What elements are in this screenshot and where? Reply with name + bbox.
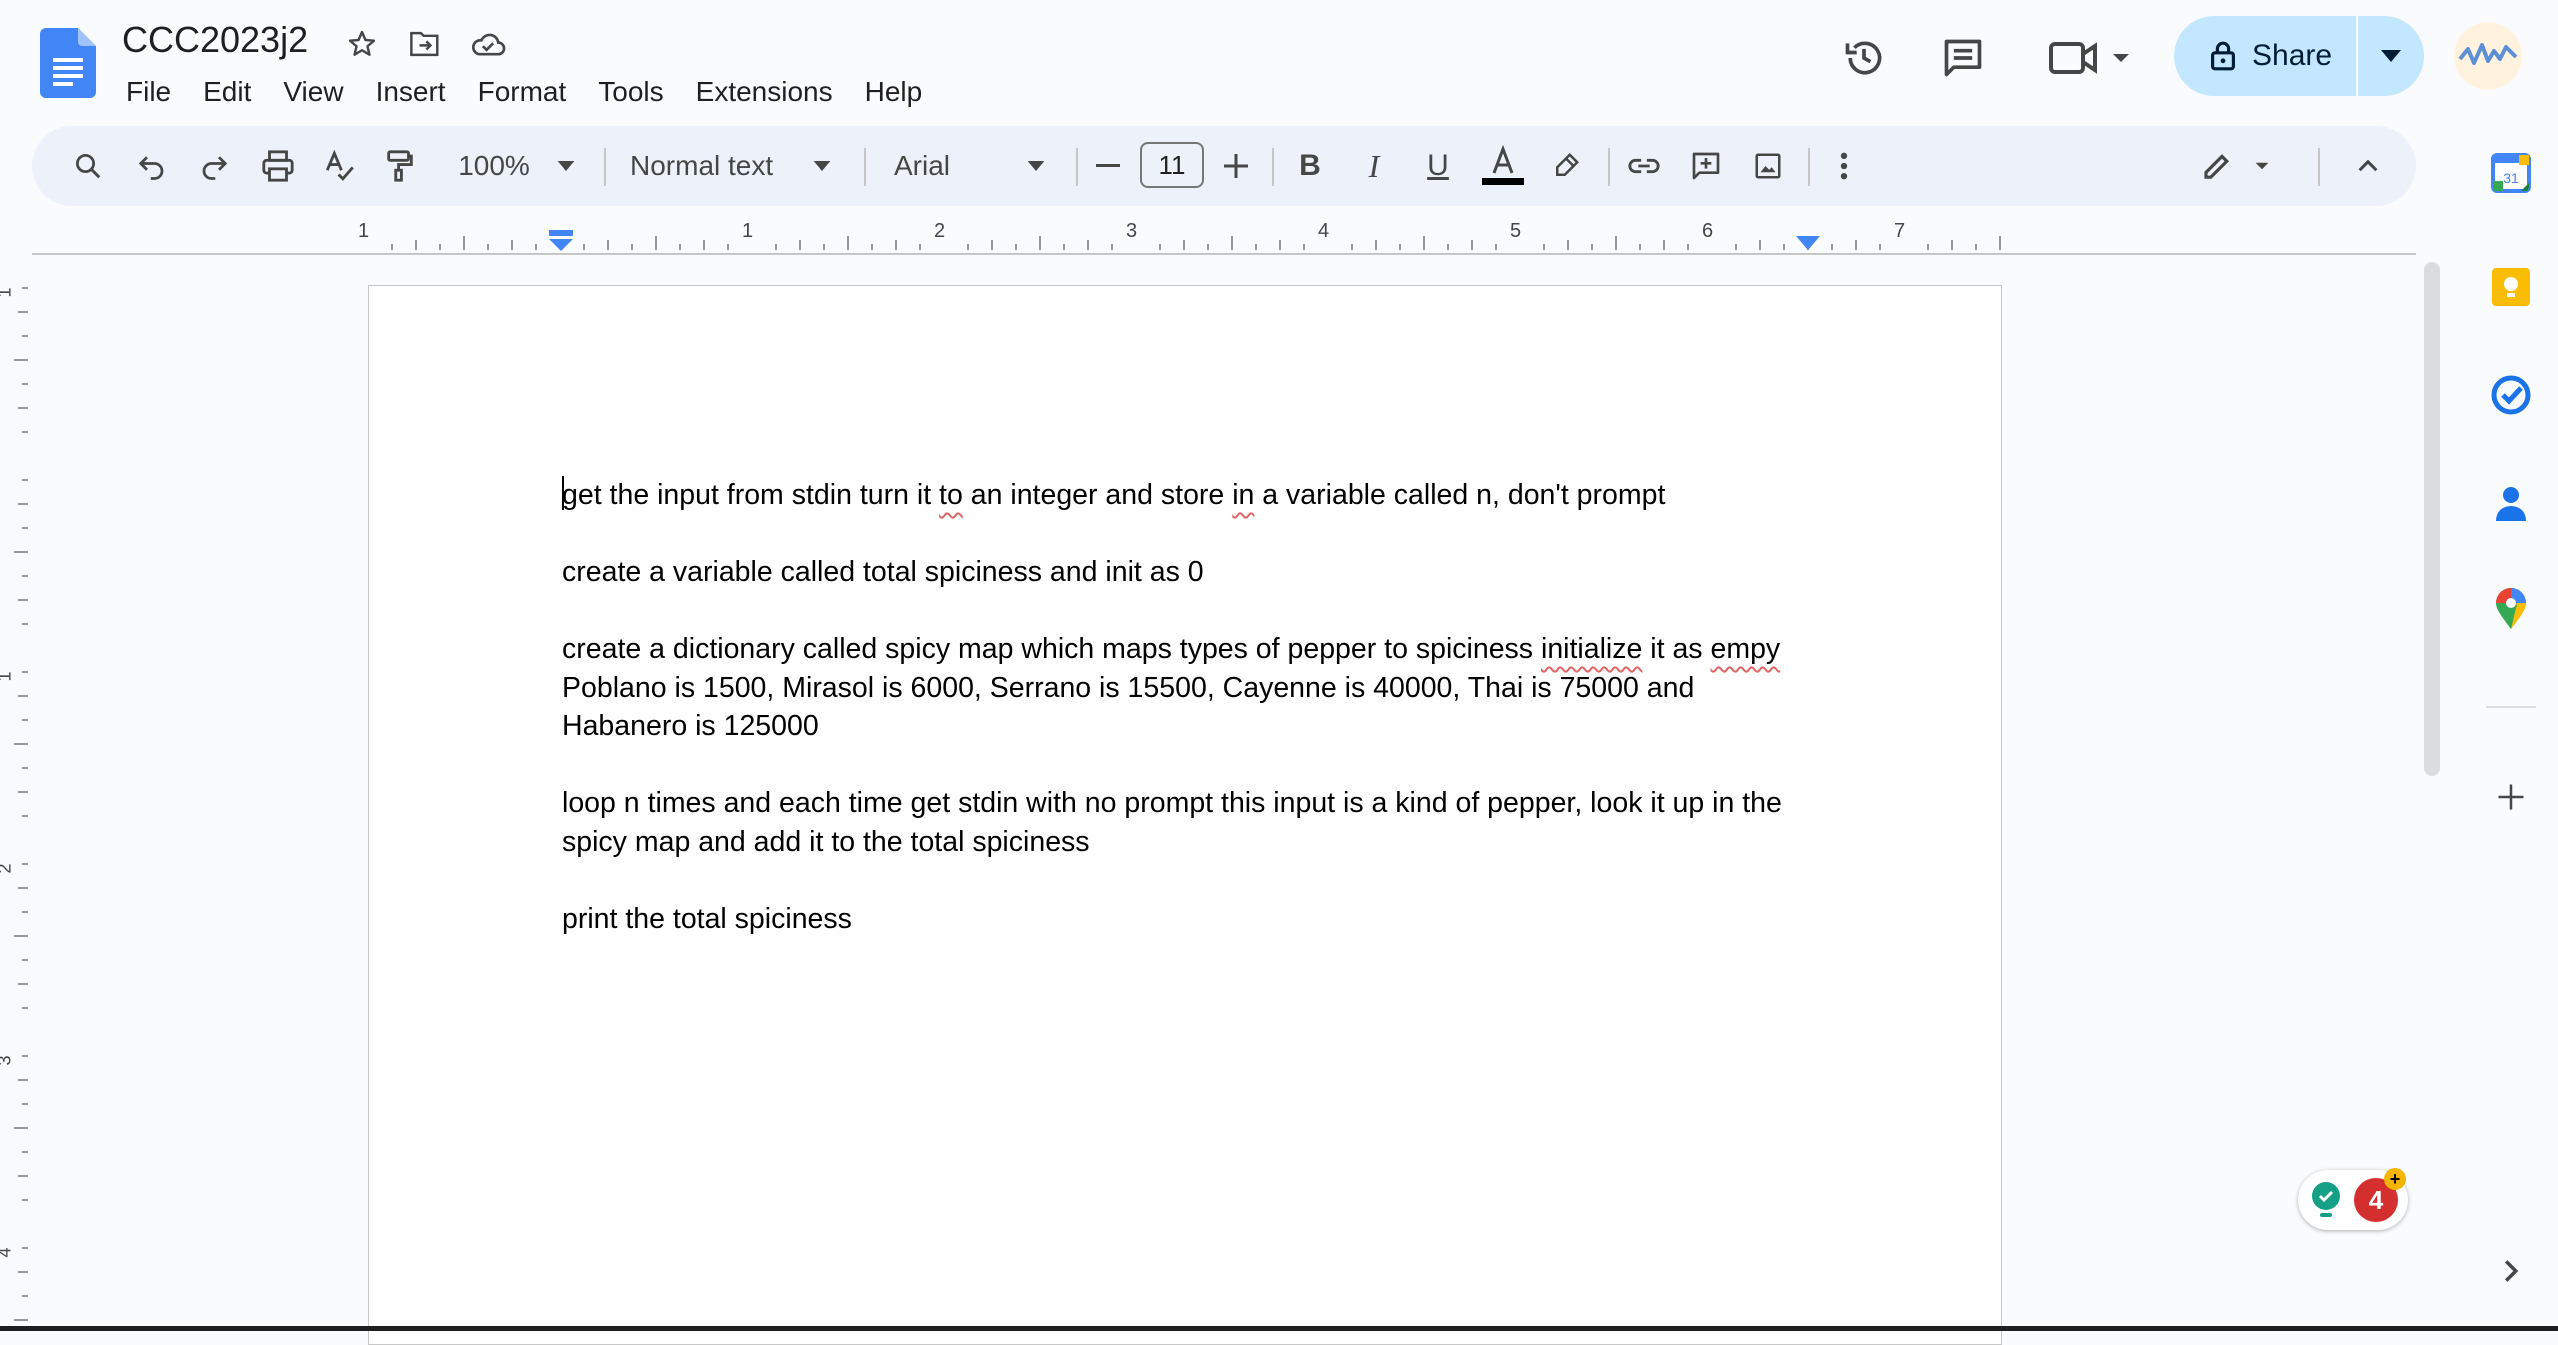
- paragraph-4[interactable]: Poblano is 1500, Mirasol is 6000, Serran…: [562, 669, 1792, 746]
- ruler-label: 4: [0, 1247, 16, 1257]
- insert-image-icon[interactable]: [1746, 146, 1790, 186]
- lock-icon: [2210, 40, 2236, 72]
- bold-icon[interactable]: B: [1288, 146, 1332, 186]
- ruler-label: 4: [1318, 220, 1330, 242]
- left-indent-marker[interactable]: [548, 230, 574, 252]
- ruler-label: 1: [358, 220, 370, 242]
- calendar-icon[interactable]: 31: [2486, 148, 2536, 198]
- style-dropdown-icon[interactable]: [812, 146, 832, 186]
- keep-icon[interactable]: [2486, 262, 2536, 312]
- highlight-icon[interactable]: [1544, 146, 1588, 186]
- share-button[interactable]: Share: [2174, 16, 2424, 96]
- redo-icon[interactable]: [192, 146, 236, 186]
- edit-mode-icon[interactable]: [2198, 146, 2278, 186]
- formatting-toolbar: 100% Normal text Arial 11 B I U: [32, 126, 2416, 206]
- style-select[interactable]: Normal text: [630, 146, 810, 186]
- search-icon[interactable]: [66, 146, 110, 186]
- spelling-suggestion[interactable]: empy: [1710, 633, 1780, 665]
- ruler-label: 6: [1702, 220, 1714, 242]
- spelling-suggestion[interactable]: in: [1232, 479, 1254, 511]
- menu-extensions[interactable]: Extensions: [680, 68, 849, 116]
- right-indent-marker[interactable]: [1796, 236, 1820, 252]
- ruler-label: 7: [1894, 220, 1906, 242]
- spelling-suggestion[interactable]: to: [939, 479, 963, 511]
- menu-file[interactable]: File: [110, 68, 187, 116]
- vertical-scrollbar[interactable]: [2424, 262, 2440, 776]
- menu-insert[interactable]: Insert: [360, 68, 462, 116]
- menu-help[interactable]: Help: [849, 68, 939, 116]
- ruler-label: 2: [934, 220, 946, 242]
- history-icon[interactable]: [1836, 30, 1892, 86]
- font-size-input[interactable]: 11: [1140, 142, 1204, 188]
- share-dropdown-icon[interactable]: [2358, 50, 2424, 62]
- paragraph-5[interactable]: loop n times and each time get stdin wit…: [562, 784, 1792, 861]
- document-page[interactable]: get the input from stdin turn it to an i…: [368, 285, 2002, 1345]
- spelling-suggestion[interactable]: initialize: [1541, 633, 1642, 665]
- menu-view[interactable]: View: [267, 68, 359, 116]
- paragraph-2[interactable]: create a variable called total spiciness…: [562, 553, 1792, 592]
- ruler-label: 2: [0, 863, 16, 873]
- italic-icon[interactable]: I: [1352, 146, 1396, 186]
- badge-plus-icon: +: [2384, 1168, 2406, 1190]
- maps-icon[interactable]: [2486, 584, 2536, 634]
- undo-icon[interactable]: [130, 146, 174, 186]
- calendar-day: 31: [2503, 170, 2519, 186]
- ruler-label: 1: [742, 220, 754, 242]
- horizontal-ruler[interactable]: 1 1 2 3 4 5 6 7: [32, 216, 2416, 256]
- ruler-label: 1: [0, 287, 16, 297]
- zoom-dropdown-icon[interactable]: [556, 146, 576, 186]
- print-icon[interactable]: [256, 146, 300, 186]
- link-icon[interactable]: [1622, 146, 1666, 186]
- meet-icon[interactable]: [2046, 30, 2136, 86]
- font-dropdown-icon[interactable]: [1026, 146, 1046, 186]
- more-vert-icon[interactable]: [1822, 146, 1866, 186]
- menu-tools[interactable]: Tools: [582, 68, 679, 116]
- move-folder-icon[interactable]: [405, 24, 445, 64]
- paragraph-1[interactable]: get the input from stdin turn it to an i…: [562, 476, 1792, 515]
- increase-font-size-icon[interactable]: [1218, 146, 1254, 186]
- side-panel-divider: [2486, 706, 2536, 708]
- ruler-label: 3: [1126, 220, 1138, 242]
- paragraph-3[interactable]: create a dictionary called spicy map whi…: [562, 630, 1792, 669]
- add-icon[interactable]: [2486, 772, 2536, 822]
- ruler-label: 3: [0, 1055, 16, 1065]
- underline-icon[interactable]: U: [1416, 146, 1460, 186]
- assistant-widget[interactable]: 4 +: [2298, 1168, 2408, 1230]
- notification-badge[interactable]: 4 +: [2354, 1168, 2406, 1222]
- ruler-label: 1: [0, 671, 16, 681]
- decrease-font-size-icon[interactable]: [1090, 146, 1126, 186]
- text-color-icon[interactable]: [1478, 145, 1528, 186]
- vertical-ruler[interactable]: 1 1 2 3 4: [0, 254, 32, 1331]
- paragraph-6[interactable]: print the total spiciness: [562, 900, 1792, 939]
- add-comment-icon[interactable]: [1684, 146, 1728, 186]
- bulb-icon: [2308, 1180, 2344, 1220]
- comments-icon[interactable]: [1935, 30, 1991, 86]
- share-label: Share: [2252, 39, 2333, 72]
- document-title[interactable]: CCC2023j2: [122, 18, 308, 62]
- collapse-icon[interactable]: [2346, 146, 2390, 186]
- spellcheck-icon[interactable]: [318, 146, 362, 186]
- side-panel: 31: [2464, 126, 2558, 1331]
- paint-format-icon[interactable]: [378, 146, 422, 186]
- tasks-icon[interactable]: [2486, 370, 2536, 420]
- menu-format[interactable]: Format: [462, 68, 583, 116]
- cloud-saved-icon[interactable]: [468, 24, 508, 64]
- ruler-label: 5: [1510, 220, 1522, 242]
- menu-edit[interactable]: Edit: [187, 68, 267, 116]
- chevron-right-icon[interactable]: [2486, 1246, 2536, 1296]
- contacts-icon[interactable]: [2486, 478, 2536, 528]
- star-icon[interactable]: [342, 24, 382, 64]
- avatar[interactable]: [2454, 22, 2522, 90]
- zoom-select[interactable]: 100%: [450, 146, 538, 186]
- document-body[interactable]: get the input from stdin turn it to an i…: [562, 476, 1792, 977]
- font-select[interactable]: Arial: [894, 146, 1034, 186]
- menu-bar: File Edit View Insert Format Tools Exten…: [110, 68, 938, 116]
- window-bottom-edge: [0, 1326, 2558, 1331]
- docs-logo-icon[interactable]: [40, 28, 96, 98]
